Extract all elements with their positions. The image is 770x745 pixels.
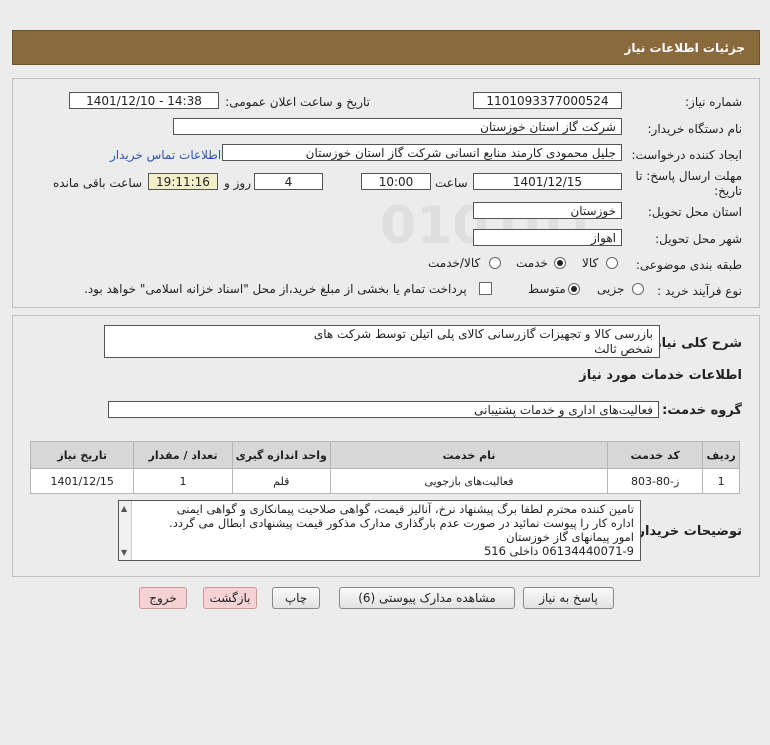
city-label: شهر محل تحویل: (655, 232, 742, 246)
deadline-date-label: تاریخ: (714, 184, 742, 198)
cell-service-code: ز-80-803 (607, 468, 704, 494)
need-description-line-1: بازرسی کالا و تجهیزات گازرسانی کالای پلی… (313, 327, 653, 341)
buyer-notes-line-4: 06134440071-9 داخلی 516 (483, 544, 634, 558)
page-title: جزئیات اطلاعات نیاز (624, 41, 745, 55)
col-unit: واحد اندازه گیری (231, 441, 331, 469)
days-remaining-field: 4 (254, 173, 323, 190)
buyer-contact-link[interactable]: اطلاعات تماس خریدار (110, 148, 221, 162)
page-header: جزئیات اطلاعات نیاز (12, 30, 760, 65)
need-number-label: شماره نیاز: (685, 95, 742, 109)
deadline-time-label: ساعت (435, 176, 468, 190)
scroll-down-icon[interactable]: ▼ (121, 548, 127, 557)
treasury-payment-checkbox[interactable] (479, 282, 492, 295)
col-service-name: نام خدمت (329, 441, 609, 469)
buyer-notes-line-2: اداره کار را پیوست نمائید در صورت عدم با… (169, 516, 634, 530)
buyer-org-field: شرکت گاز استان خوزستان (173, 118, 622, 135)
back-button[interactable]: بازگشت (203, 587, 257, 609)
cell-row-number: 1 (702, 468, 740, 494)
service-group-field: فعالیت‌های اداری و خدمات پشتیبانی (108, 401, 659, 418)
days-label: روز و (224, 176, 251, 190)
buyer-notes-label: توضیحات خریدار: (632, 524, 742, 539)
city-field: اهواز (473, 229, 622, 246)
view-attachments-button[interactable]: مشاهده مدارک پیوستی (6) (339, 587, 515, 609)
creator-label: ایجاد کننده درخواست: (631, 148, 742, 162)
remaining-time-field: 19:11:16 (148, 173, 218, 190)
scroll-up-icon[interactable]: ▲ (121, 504, 127, 513)
remaining-time-label: ساعت باقی مانده (53, 176, 143, 190)
announce-date-field: 1401/12/10 - 14:38 (69, 92, 219, 109)
process-radio-medium[interactable] (568, 283, 580, 295)
buyer-notes-box[interactable]: تامین کننده محترم لطفا برگ پیشنهاد نرخ، … (118, 500, 641, 561)
process-option-minor: جزیی (597, 282, 625, 296)
deadline-label: مهلت ارسال پاسخ: تا (635, 169, 742, 183)
need-description-label: شرح کلی نیاز: (648, 336, 742, 351)
treasury-payment-note: پرداخت تمام یا بخشی از مبلغ خرید،از محل … (84, 282, 467, 296)
print-button[interactable]: چاپ (272, 587, 320, 609)
need-description-line-2: شخص ثالث (594, 342, 653, 356)
services-table: ردیف کد خدمت نام خدمت واحد اندازه گیری ت… (29, 441, 740, 494)
announce-date-label: تاریخ و ساعت اعلان عمومی: (225, 95, 370, 109)
col-need-date: تاریخ نیاز (29, 441, 135, 469)
buyer-notes-scrollbar[interactable]: ▲ ▼ (119, 501, 132, 560)
table-header-row: ردیف کد خدمت نام خدمت واحد اندازه گیری ت… (29, 441, 740, 469)
province-label: استان محل تحویل: (647, 205, 742, 219)
process-option-medium: متوسط (528, 282, 566, 296)
service-group-label: گروه خدمت: (662, 403, 742, 418)
category-radio-goods[interactable] (606, 257, 618, 269)
exit-button[interactable]: خروج (139, 587, 187, 609)
cell-need-date: 1401/12/15 (29, 468, 135, 494)
category-label: طبقه بندی موضوعی: (635, 258, 742, 272)
need-info-panel (12, 78, 760, 308)
category-option-goods-service: کالا/خدمت (428, 256, 481, 270)
process-radio-minor[interactable] (632, 283, 644, 295)
cell-quantity: 1 (133, 468, 233, 494)
col-quantity: تعداد / مقدار (133, 441, 233, 469)
cell-service-name: فعالیت‌های بازجویی (329, 468, 609, 494)
creator-field: جلیل محمودی کارمند منابع انسانی شرکت گاز… (222, 144, 622, 161)
category-radio-goods-service[interactable] (489, 257, 501, 269)
category-radio-service[interactable] (554, 257, 566, 269)
need-number-field: 1101093377000524 (473, 92, 622, 109)
buyer-notes-line-3: امور پیمانهای گاز خوزستان (506, 530, 634, 544)
deadline-date-field: 1401/12/15 (473, 173, 622, 190)
table-row: 1 ز-80-803 فعالیت‌های بازجویی قلم 1 1401… (29, 468, 740, 494)
category-option-goods: کالا (582, 256, 599, 270)
need-description-box: بازرسی کالا و تجهیزات گازرسانی کالای پلی… (104, 325, 660, 358)
col-row-number: ردیف (702, 441, 740, 469)
services-section-title: اطلاعات خدمات مورد نیاز (579, 368, 742, 383)
buyer-org-label: نام دستگاه خریدار: (647, 122, 743, 136)
buyer-notes-line-1: تامین کننده محترم لطفا برگ پیشنهاد نرخ، … (176, 502, 634, 516)
province-field: خوزستان (473, 202, 622, 219)
reply-to-need-button[interactable]: پاسخ به نیاز (523, 587, 614, 609)
cell-unit: قلم (231, 468, 331, 494)
deadline-time-field: 10:00 (361, 173, 431, 190)
category-option-service: خدمت (516, 256, 548, 270)
process-label: نوع فرآیند خرید : (657, 284, 742, 298)
col-service-code: کد خدمت (607, 441, 704, 469)
